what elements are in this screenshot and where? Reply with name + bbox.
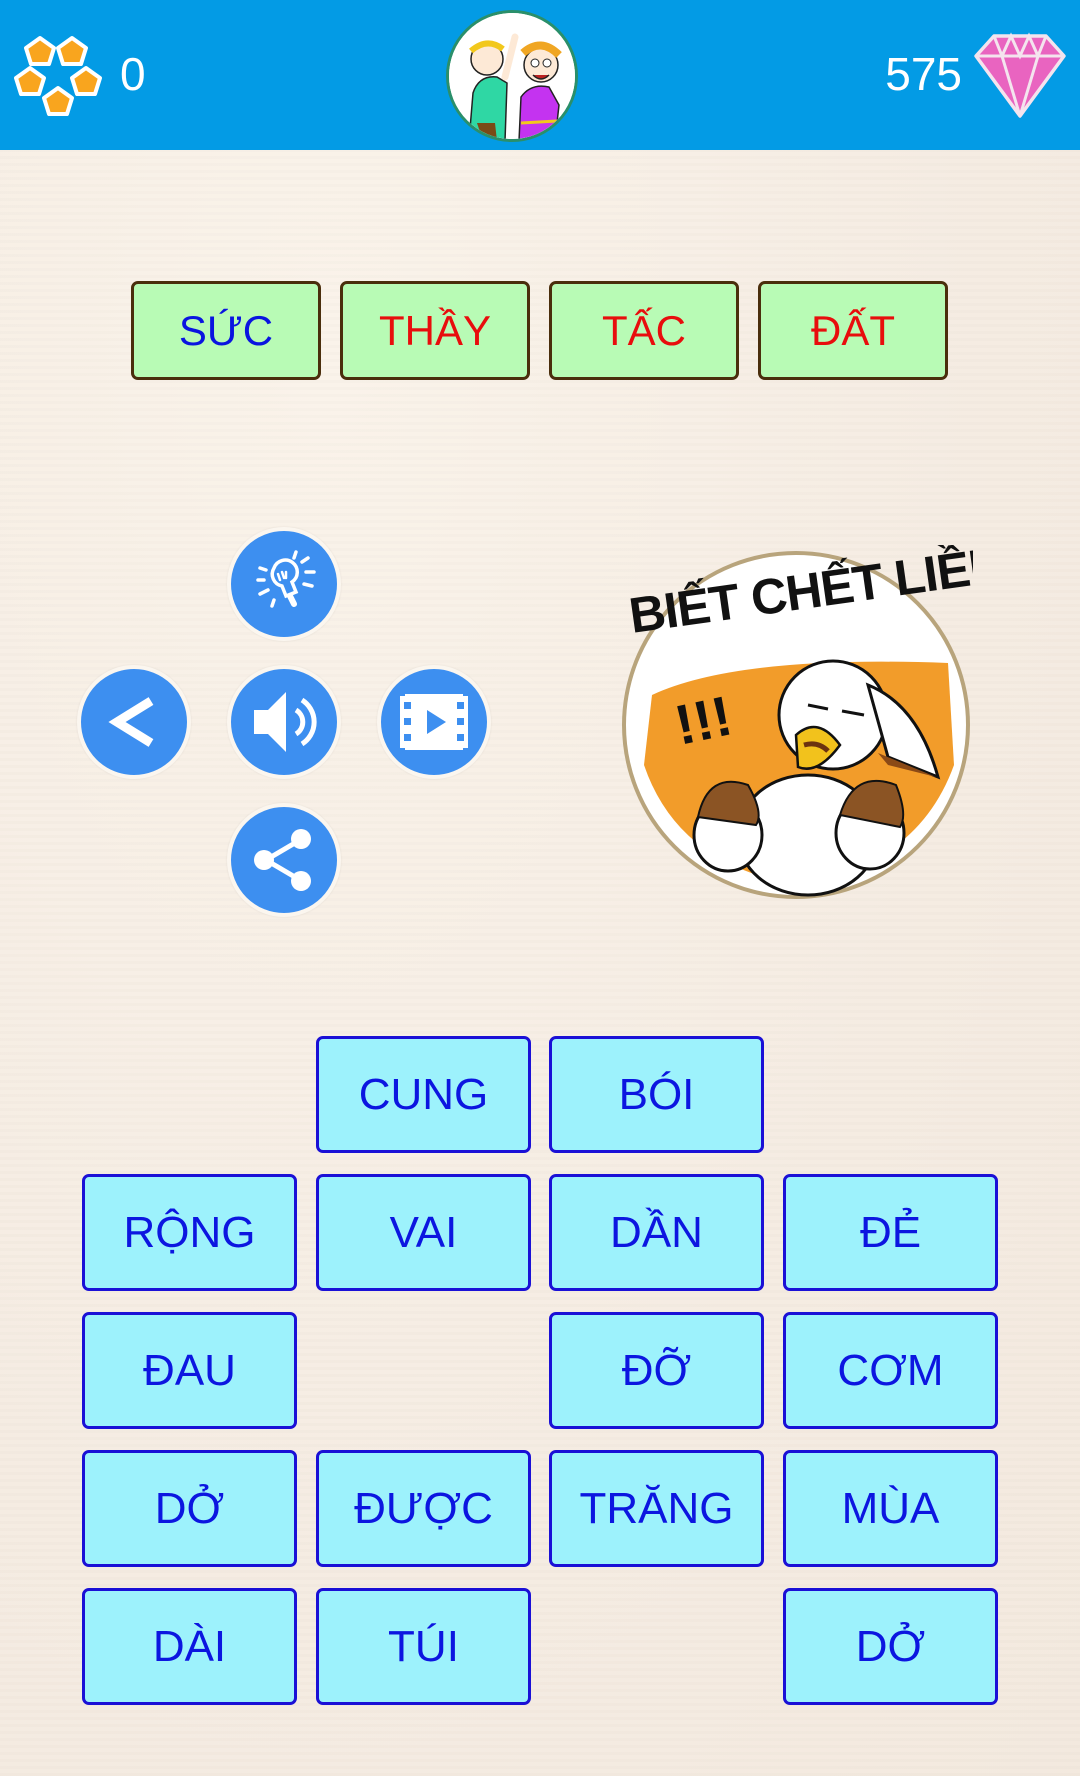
word-tile-label: ĐẺ [859,1207,922,1257]
word-tile-label: CƠM [837,1345,944,1395]
answer-slot-3[interactable]: TẤC [549,281,739,380]
reaction-sticker: BIẾT CHẾT LIỀN !!! [618,536,1008,900]
word-tile-label: VAI [389,1207,458,1257]
word-tile-label: DỞ [154,1483,225,1533]
stars-count: 0 [120,48,146,100]
answer-slot-text: SỨC [178,306,274,354]
word-tile[interactable]: ĐẺ [783,1174,998,1291]
film-play-icon [400,692,468,752]
top-bar: 0 575 [0,0,1080,150]
hint-button[interactable] [227,527,341,641]
word-tile-label: ĐAU [143,1345,236,1395]
stars-icon [14,36,102,116]
word-tile[interactable]: BÓI [549,1036,764,1153]
word-tile-label: DẦN [610,1207,703,1257]
word-tile[interactable]: TRĂNG [549,1450,764,1567]
chevron-left-icon [108,697,154,747]
word-tile[interactable]: ĐAU [82,1312,297,1429]
word-tile-label: DÀI [152,1621,227,1671]
share-icon [254,829,311,891]
answer-slot-text: THẦY [378,306,491,354]
word-tile-label: ĐƯỢC [354,1483,493,1533]
game-logo-avatar[interactable] [446,10,578,142]
share-button[interactable] [227,803,341,917]
word-tile[interactable]: ĐƯỢC [316,1450,531,1567]
word-tile-label: TRĂNG [579,1483,734,1533]
cartoon-characters-image [449,13,575,139]
word-tile[interactable]: CƠM [783,1312,998,1429]
word-tile-label: TÚI [388,1621,459,1671]
word-tile[interactable]: CUNG [316,1036,531,1153]
word-tile[interactable]: DỞ [783,1588,998,1705]
gems-count: 575 [885,48,962,100]
answer-slot-4[interactable]: ĐẤT [758,281,948,380]
word-tile[interactable]: DÀI [82,1588,297,1705]
answer-slot-text: ĐẤT [811,306,895,354]
answer-slot-1[interactable]: SỨC [131,281,321,380]
lightbulb-icon [256,550,316,608]
word-tile[interactable]: VAI [316,1174,531,1291]
word-tile-label: RỘNG [123,1207,256,1257]
answer-slot-2[interactable]: THẦY [340,281,530,380]
diamond-icon[interactable] [974,32,1066,118]
back-button[interactable] [77,665,191,779]
word-tile[interactable]: RỘNG [82,1174,297,1291]
word-tile[interactable]: ĐỠ [549,1312,764,1429]
word-tile[interactable]: DẦN [549,1174,764,1291]
word-tile[interactable]: TÚI [316,1588,531,1705]
word-tile[interactable]: MÙA [783,1450,998,1567]
duck-sticker-image: BIẾT CHẾT LIỀN !!! [622,536,1008,899]
word-tile-label: CUNG [358,1069,489,1119]
word-tile[interactable]: DỞ [82,1450,297,1567]
video-button[interactable] [377,665,491,779]
word-tile-label: ĐỠ [621,1345,692,1395]
answer-slot-text: TẤC [602,306,686,354]
word-tile-label: MÙA [841,1483,940,1533]
sound-button[interactable] [227,665,341,779]
word-tile-label: BÓI [618,1069,695,1119]
word-tile-label: DỞ [855,1621,926,1671]
speaker-icon [254,692,317,752]
